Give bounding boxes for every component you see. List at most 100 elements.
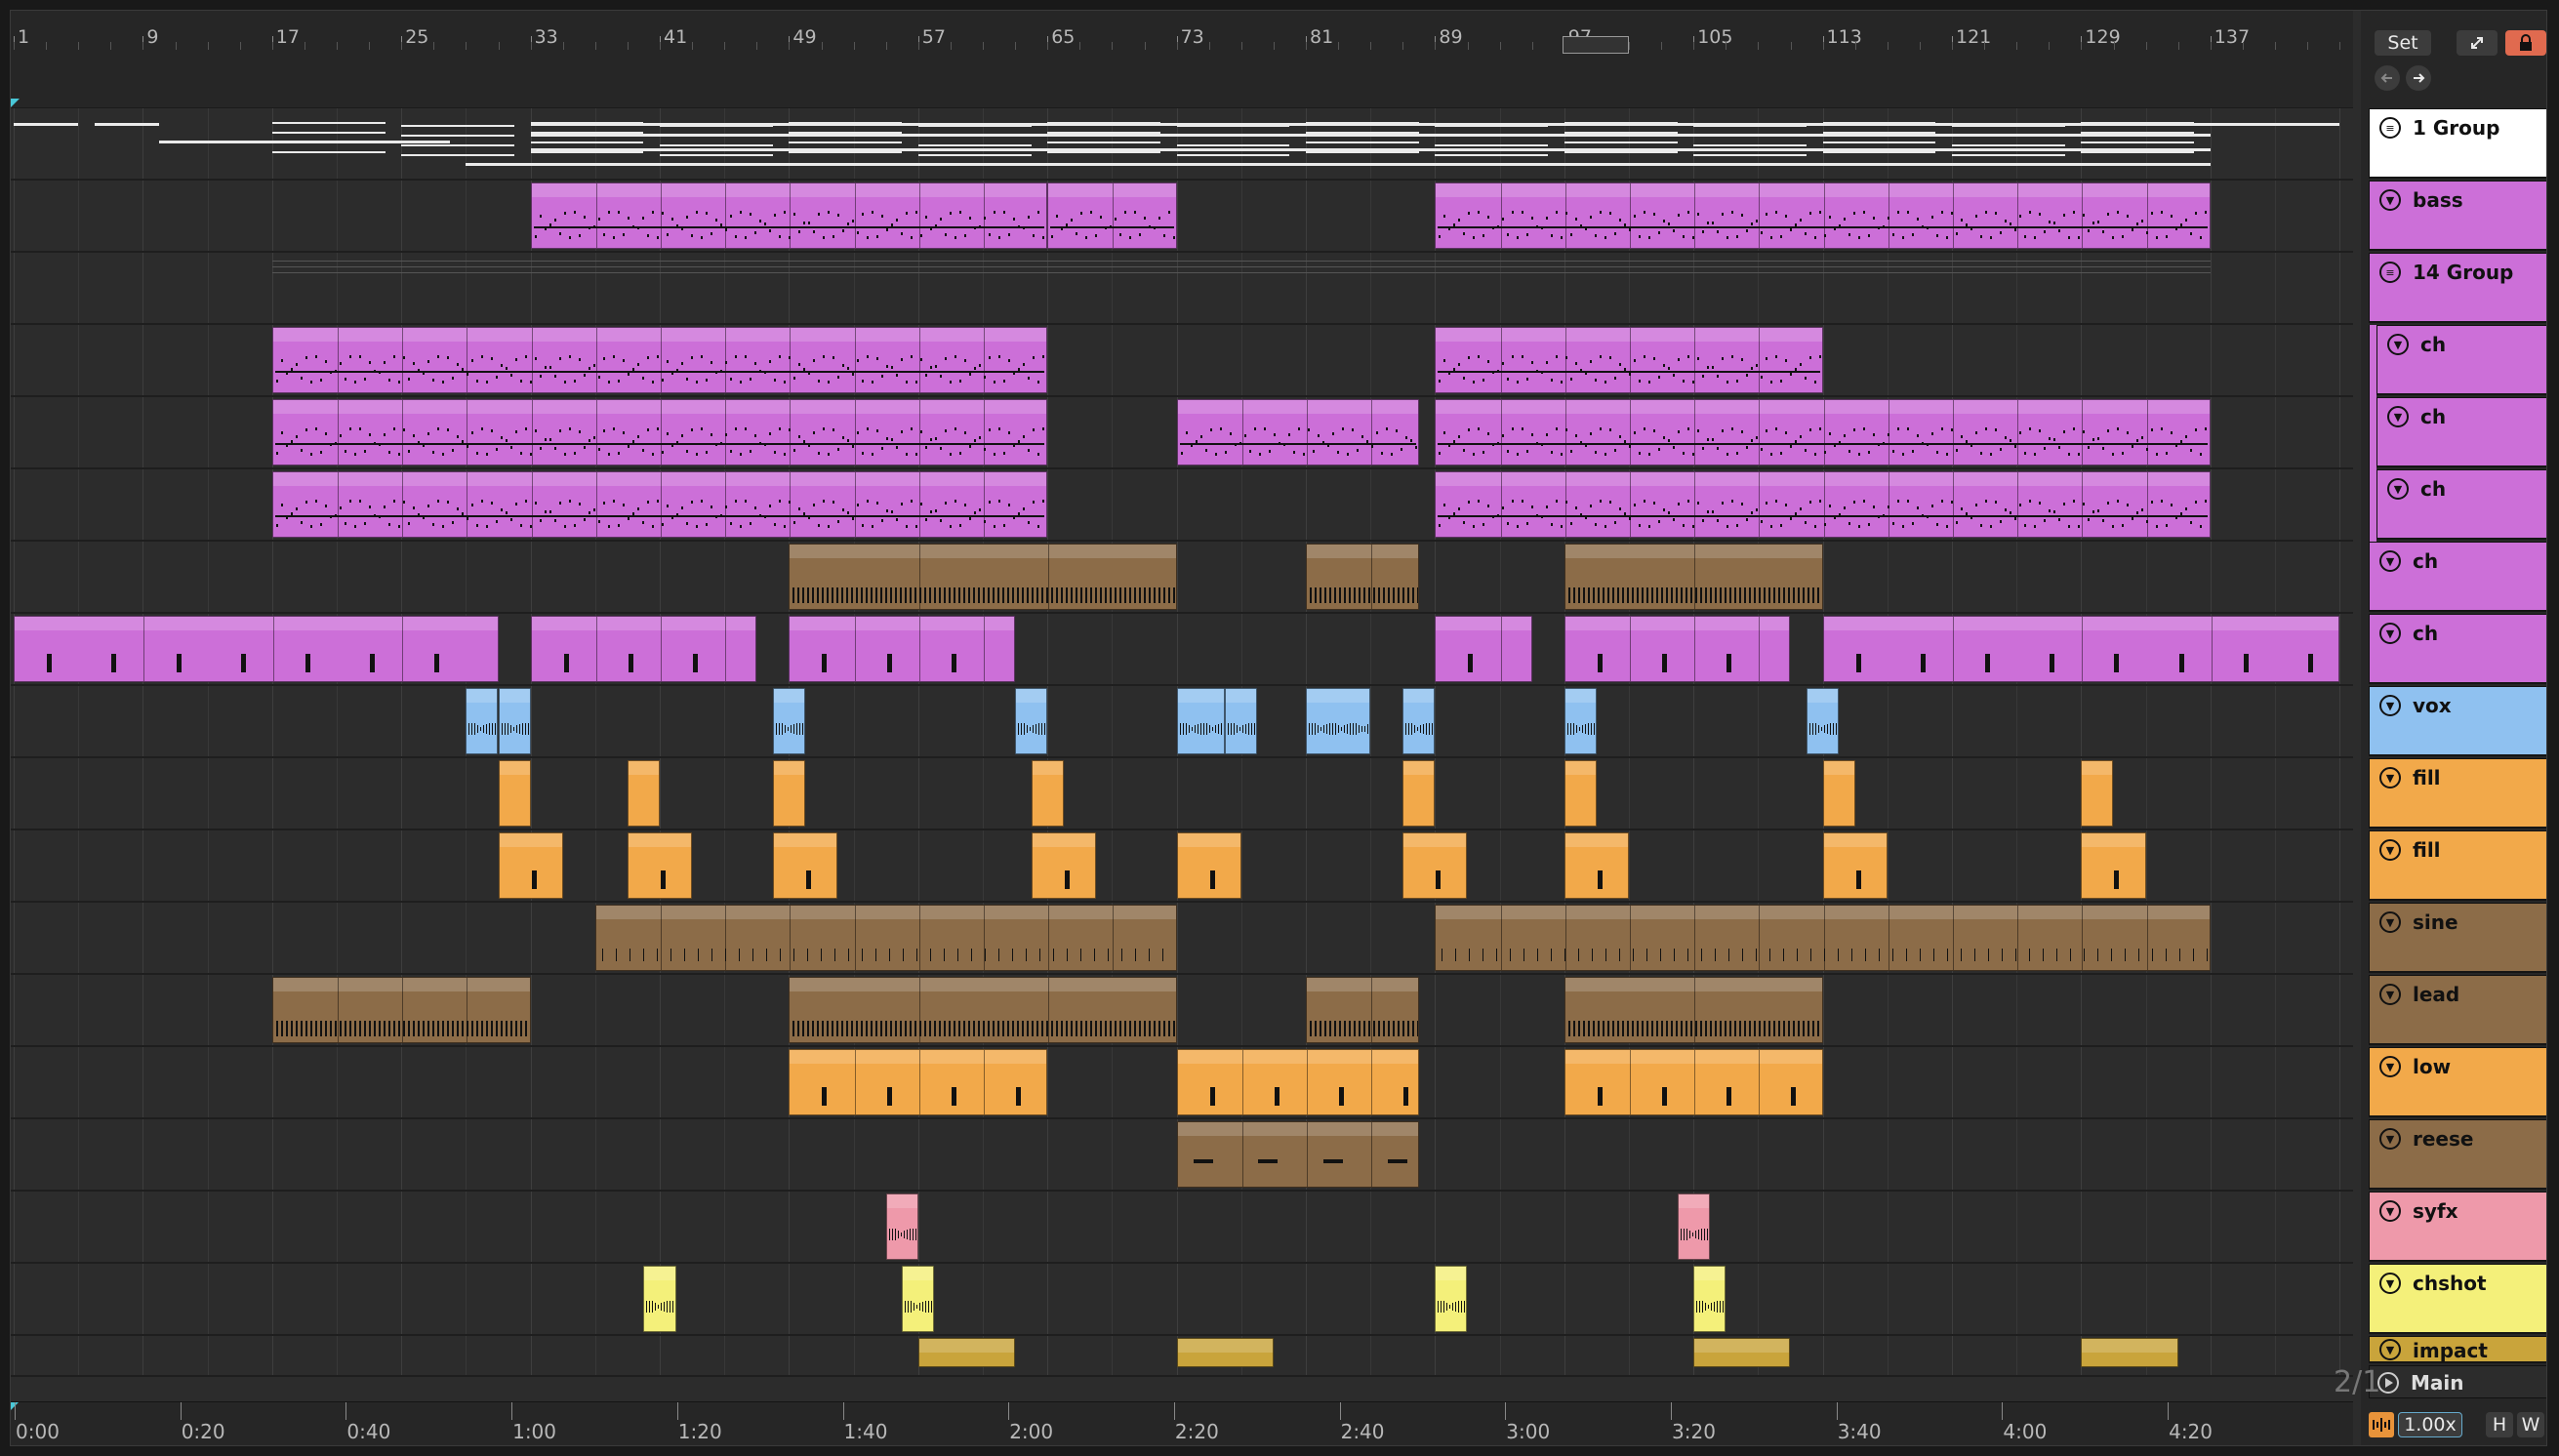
group-fold-icon[interactable]: ≡ [2379,117,2401,139]
group-fold-icon[interactable]: ≡ [2379,262,2401,283]
h-button[interactable]: H [2486,1412,2513,1437]
clip-ch[interactable] [1435,327,1823,393]
clip-impact[interactable] [917,1338,1016,1367]
clip-fill[interactable] [1031,832,1096,899]
clip-fill[interactable] [627,832,693,899]
clip-fill[interactable] [1402,760,1436,827]
track-header-14-group[interactable]: ≡ 14 Group [2369,253,2546,323]
clip-impact[interactable] [1176,1338,1274,1367]
track-fold-icon[interactable]: ▼ [2379,767,2401,789]
clip-vox[interactable] [1402,688,1436,754]
loop-overview-strip[interactable] [11,36,2353,108]
track-fold-icon[interactable]: ▼ [2379,1200,2401,1222]
track-fold-icon[interactable]: ▼ [2379,1128,2401,1150]
nav-forward-button[interactable] [2406,65,2431,91]
zoom-field[interactable]: 1.00x [2398,1412,2462,1437]
track-fold-icon[interactable]: ▼ [2387,478,2409,500]
track-fold-icon[interactable]: ▼ [2379,911,2401,933]
clip-fill[interactable] [1402,832,1468,899]
track-fold-icon[interactable]: ▼ [2379,550,2401,572]
clip-ch[interactable] [789,616,1016,682]
clip-bass[interactable] [1047,182,1177,249]
clip-vox[interactable] [1564,688,1597,754]
track-header-low[interactable]: ▼ low [2369,1047,2546,1117]
clip-ch[interactable] [530,616,757,682]
clip-fill[interactable] [1176,832,1241,899]
clip-fill[interactable] [772,760,805,827]
track-header-chshot[interactable]: ▼ chshot [2369,1264,2546,1334]
clip-vox[interactable] [466,688,499,754]
track-header-ch[interactable]: ▼ ch [2369,614,2546,684]
clip-vox[interactable] [1807,688,1840,754]
lane-ch[interactable] [11,542,2353,614]
clip-bass[interactable] [1435,182,2211,249]
clip-syfx[interactable] [885,1193,918,1260]
clip-fill[interactable] [498,832,563,899]
clip-vox[interactable] [772,688,805,754]
track-fold-icon[interactable]: ▼ [2379,623,2401,644]
clip-grid[interactable] [11,108,2353,1377]
clip-chshot[interactable] [643,1266,676,1332]
clip-ch[interactable] [271,471,1048,538]
track-fold-icon[interactable]: ▼ [2379,1339,2401,1360]
expand-button[interactable] [2457,30,2498,56]
clip-fill[interactable] [627,760,660,827]
track-header-bass[interactable]: ▼ bass [2369,181,2546,251]
track-fold-icon[interactable]: ▼ [2387,406,2409,427]
lane-syfx[interactable] [11,1192,2353,1264]
lane-14-group[interactable] [11,253,2353,325]
nav-back-button[interactable] [2375,65,2400,91]
bar-ruler[interactable]: 191725334149576573818997105113121129137 [11,11,2353,50]
track-header-1-group[interactable]: ≡ 1 Group [2369,108,2546,179]
start-marker[interactable] [11,99,20,107]
clip-ch[interactable] [1176,399,1419,465]
clip-low[interactable] [1564,1049,1823,1115]
clip-ch[interactable] [789,544,1177,610]
time-signature[interactable]: 2/1 [2334,1365,2380,1399]
clip-vox[interactable] [1015,688,1048,754]
clip-fill[interactable] [2081,760,2114,827]
clip-sine[interactable] [594,905,1177,971]
track-header-ch[interactable]: ▼ ch [2369,542,2546,612]
clip-low[interactable] [1176,1049,1419,1115]
clip-ch[interactable] [271,399,1048,465]
clip-vox[interactable] [498,688,531,754]
clip-reese[interactable] [1176,1121,1419,1188]
clip-fill[interactable] [1564,760,1597,827]
play-icon[interactable] [2377,1372,2399,1394]
track-header-ch[interactable]: ▼ ch [2376,325,2546,395]
track-header-ch[interactable]: ▼ ch [2376,397,2546,467]
clip-ch[interactable] [1306,544,1419,610]
track-fold-icon[interactable]: ▼ [2387,334,2409,355]
lane-chshot[interactable] [11,1264,2353,1336]
clip-fill[interactable] [1564,832,1629,899]
track-fold-icon[interactable]: ▼ [2379,189,2401,211]
clip-lead[interactable] [271,977,531,1043]
main-track-header[interactable]: Main [2369,1365,2546,1398]
clip-syfx[interactable] [1677,1193,1710,1260]
clip-fill[interactable] [498,760,531,827]
clip-chshot[interactable] [902,1266,935,1332]
track-header-fill[interactable]: ▼ fill [2369,758,2546,829]
clip-fill[interactable] [1822,760,1855,827]
track-fold-icon[interactable]: ▼ [2379,839,2401,861]
track-header-impact[interactable]: ▼ impact [2369,1336,2546,1363]
clip-ch[interactable] [271,327,1048,393]
track-header-reese[interactable]: ▼ reese [2369,1119,2546,1190]
track-header-vox[interactable]: ▼ vox [2369,686,2546,756]
track-fold-icon[interactable]: ▼ [2379,695,2401,716]
track-header-sine[interactable]: ▼ sine [2369,903,2546,973]
clip-sine[interactable] [1435,905,2211,971]
clip-ch[interactable] [1435,399,2211,465]
track-header-syfx[interactable]: ▼ syfx [2369,1192,2546,1262]
clip-low[interactable] [789,1049,1048,1115]
clip-fill[interactable] [772,832,838,899]
clip-ch[interactable] [1435,471,2211,538]
clip-ch[interactable] [1435,616,1532,682]
clip-ch[interactable] [1564,616,1791,682]
track-fold-icon[interactable]: ▼ [2379,1273,2401,1294]
clip-chshot[interactable] [1693,1266,1726,1332]
clip-vox[interactable] [1225,688,1258,754]
track-header-ch[interactable]: ▼ ch [2376,469,2546,540]
clip-fill[interactable] [1031,760,1064,827]
